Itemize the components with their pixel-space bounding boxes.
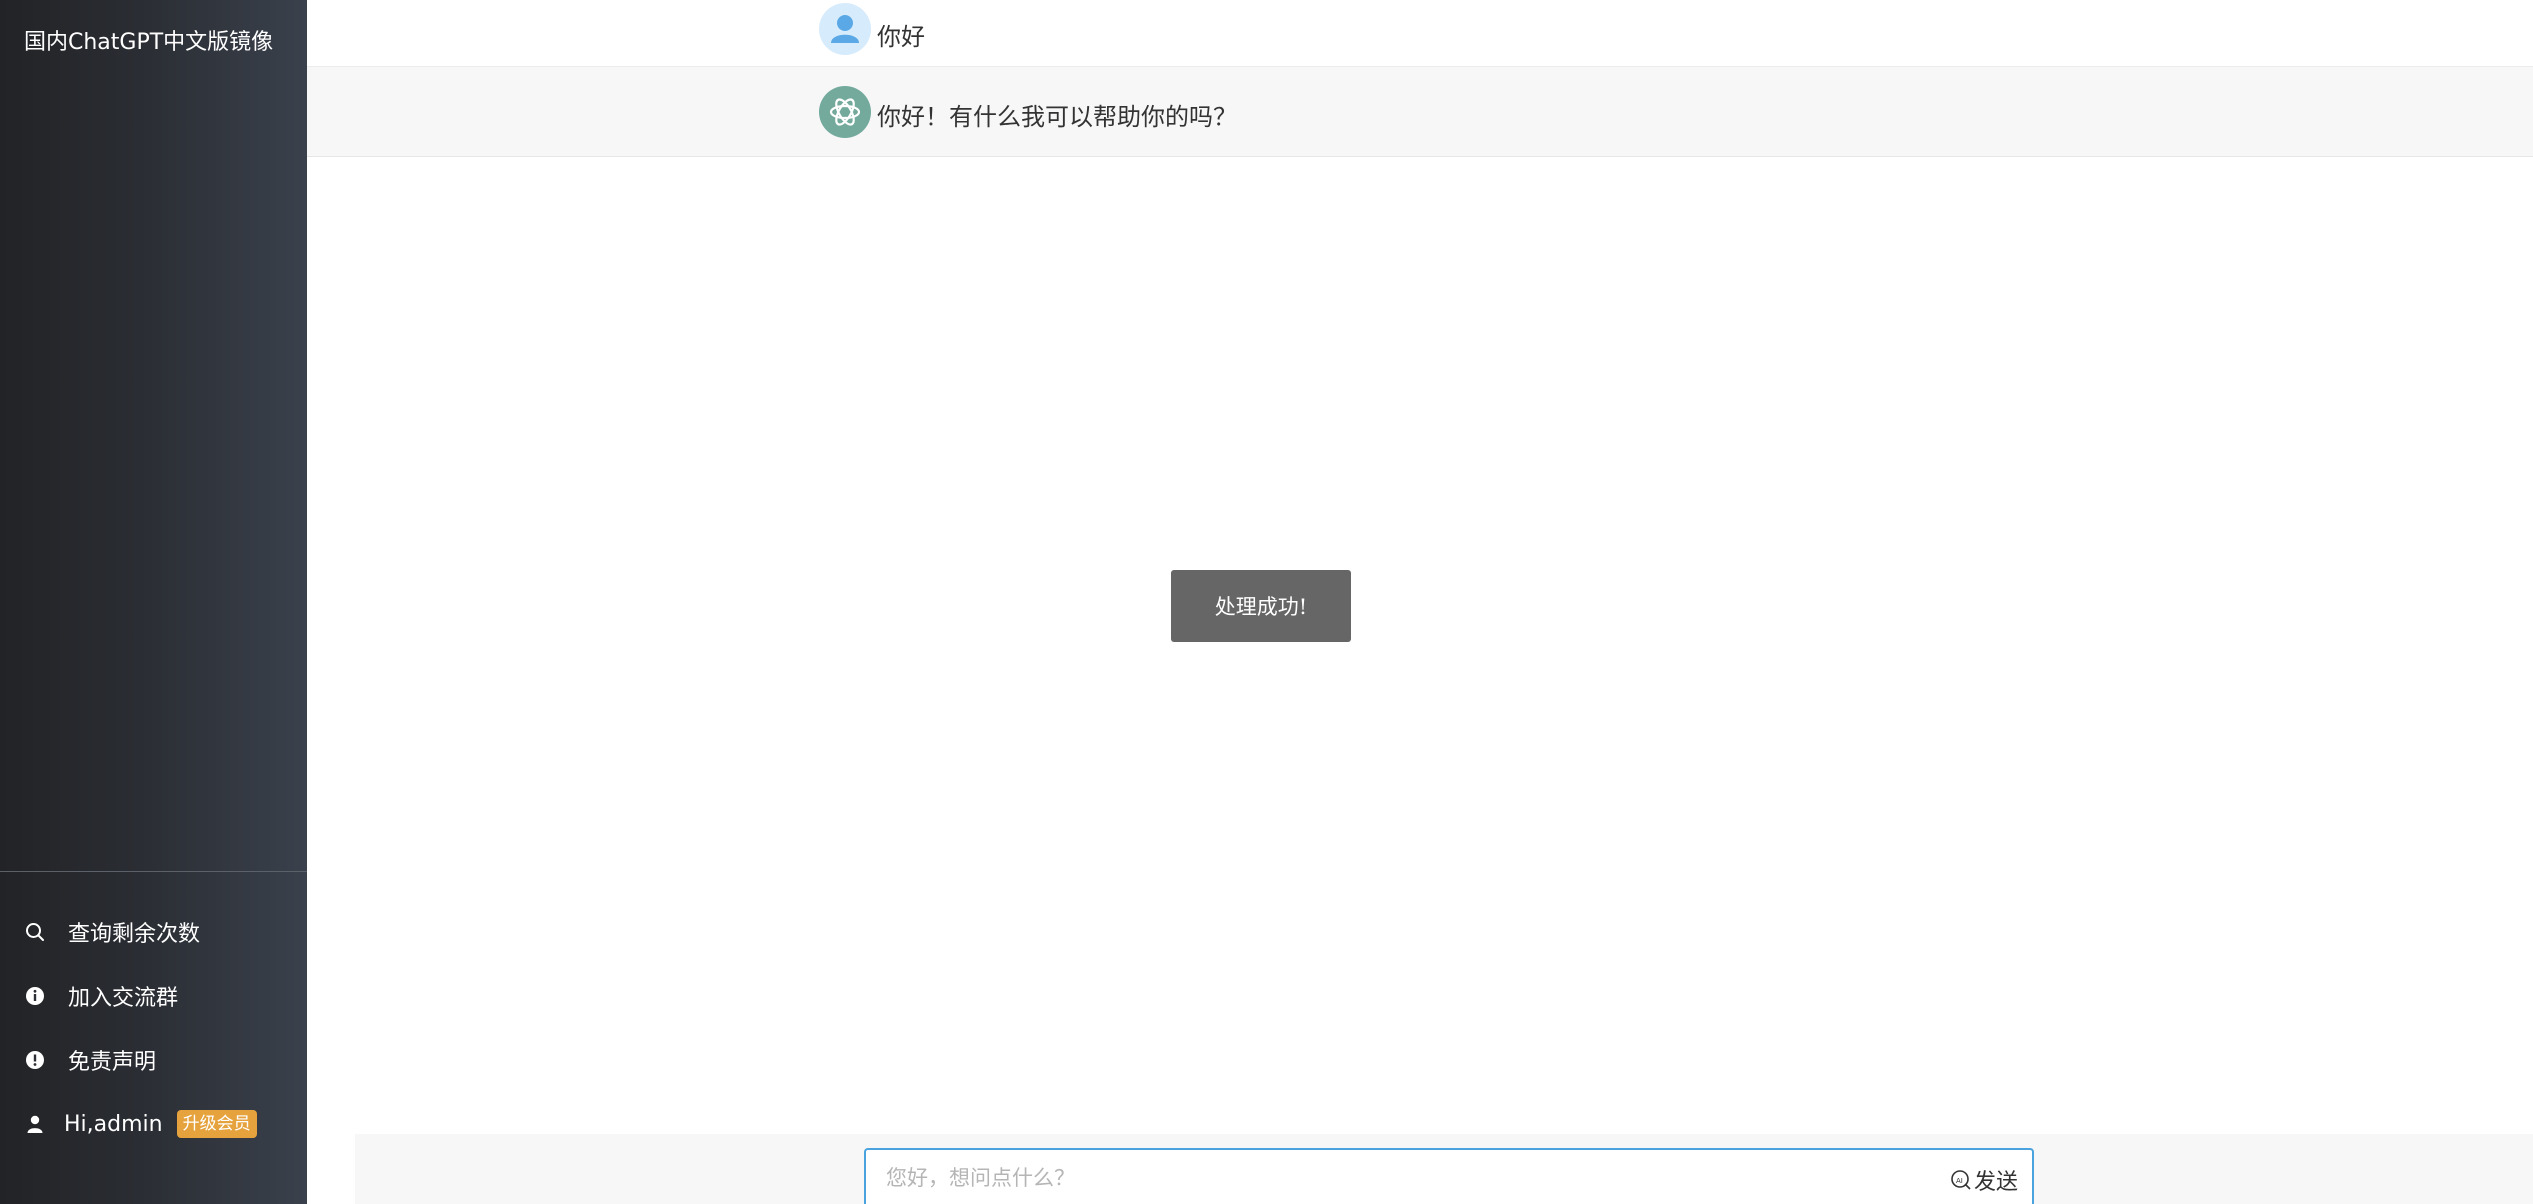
upgrade-membership-badge[interactable]: 升级会员 xyxy=(176,1110,257,1138)
info-icon xyxy=(24,985,46,1007)
user-icon xyxy=(24,1113,46,1135)
chat-area: 你好 你好！有什么我可以帮助你的吗？ xyxy=(307,0,2533,1204)
app-root: 国内ChatGPT中文版镜像 查询剩余次数 加入交流群 免责声明 Hi,admi… xyxy=(0,0,2533,1204)
ai-chat-icon: AI xyxy=(1950,1169,1972,1191)
message-row-assistant: 你好！有什么我可以帮助你的吗？ xyxy=(307,67,2533,157)
menu-item-label: 加入交流群 xyxy=(68,986,179,1011)
toast-notification: 处理成功! xyxy=(1171,570,1351,642)
send-button[interactable]: AI 发送 xyxy=(1950,1164,2018,1196)
user-greeting: Hi,admin xyxy=(64,1111,163,1137)
warning-icon xyxy=(24,1049,46,1071)
menu-item-join-group[interactable]: 加入交流群 xyxy=(0,971,307,1021)
message-row-user: 你好 xyxy=(307,0,2533,67)
message-text: 你好 xyxy=(877,23,925,51)
menu-item-label: 免责声明 xyxy=(68,1050,157,1075)
menu-item-query-remaining[interactable]: 查询剩余次数 xyxy=(0,907,307,957)
composer-box: AI 发送 xyxy=(864,1148,2034,1204)
openai-logo-icon xyxy=(819,86,871,138)
message-text: 你好！有什么我可以帮助你的吗？ xyxy=(877,103,1237,131)
sidebar: 国内ChatGPT中文版镜像 查询剩余次数 加入交流群 免责声明 Hi,admi… xyxy=(0,0,307,1204)
send-label: 发送 xyxy=(1973,1170,2018,1195)
svg-text:AI: AI xyxy=(1956,1177,1963,1185)
user-menu[interactable]: Hi,admin 升级会员 xyxy=(0,1099,307,1149)
sidebar-divider xyxy=(0,871,307,872)
menu-item-label: 查询剩余次数 xyxy=(68,922,201,947)
user-avatar-icon xyxy=(819,3,871,55)
menu-item-disclaimer[interactable]: 免责声明 xyxy=(0,1035,307,1085)
search-icon xyxy=(24,921,46,943)
brand-title: 国内ChatGPT中文版镜像 xyxy=(24,30,274,55)
message-input[interactable] xyxy=(866,1166,1866,1190)
